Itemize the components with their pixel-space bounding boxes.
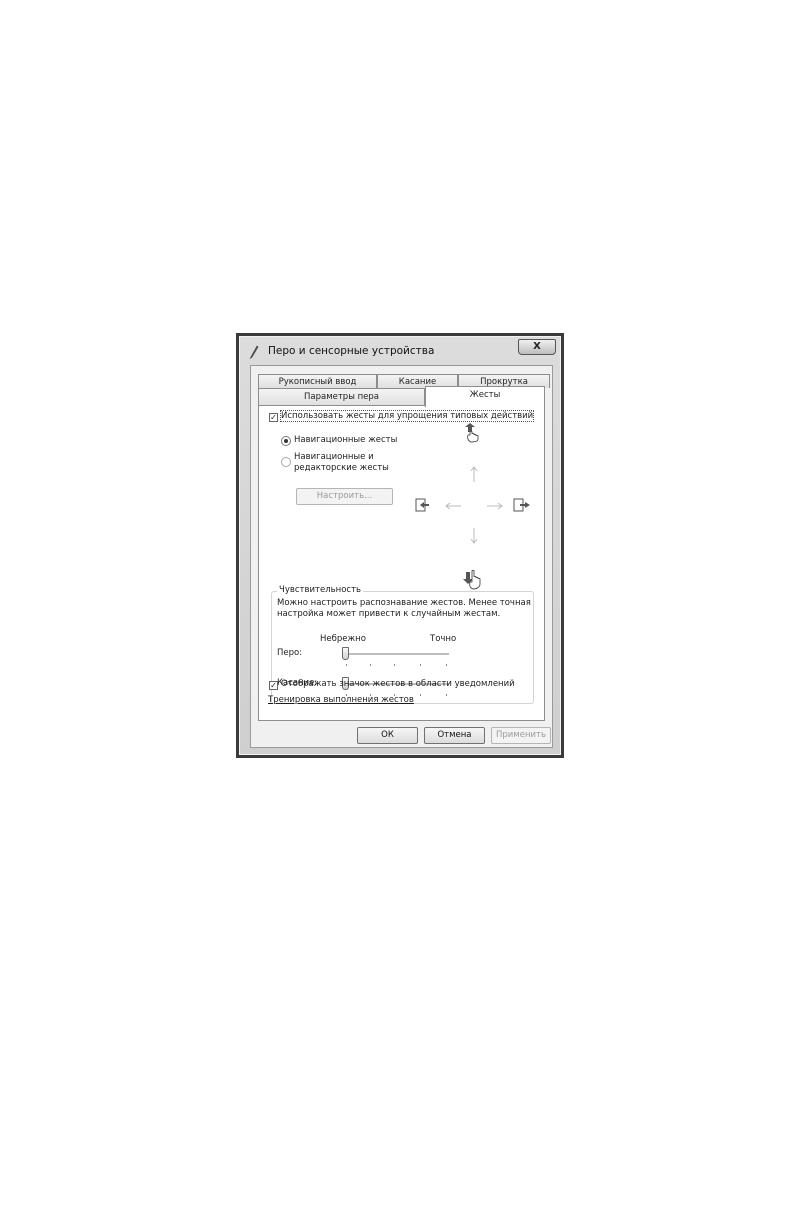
pen-slider-tick	[346, 664, 347, 666]
tab-handwriting[interactable]: Рукописный ввод	[258, 374, 377, 388]
radio-navigation-editing-gestures[interactable]	[281, 457, 291, 467]
ok-button[interactable]: ОК	[357, 727, 418, 744]
sensitivity-legend: Чувствительность	[277, 585, 364, 595]
hand-flick-down-icon	[463, 569, 481, 590]
dialog-client-area: Рукописный ввод Касание Прокрутка Параме…	[250, 365, 553, 748]
pen-touch-dialog: Перо и сенсорные устройства X Рукописный…	[236, 333, 564, 758]
customize-button[interactable]: Настроить...	[296, 488, 393, 505]
slider-max-label: Точно	[430, 634, 457, 644]
apply-button[interactable]: Применить	[491, 727, 551, 744]
page-back-icon	[415, 498, 429, 512]
radio-edit-label-line1: Навигационные и	[294, 452, 374, 462]
pen-slider-track	[342, 653, 449, 656]
close-button[interactable]: X	[518, 339, 556, 355]
radio-selected-dot	[284, 439, 288, 443]
cancel-button[interactable]: Отмена	[424, 727, 485, 744]
touch-slider-tick	[446, 694, 447, 696]
slider-min-label: Небрежно	[320, 634, 366, 644]
use-gestures-checkbox[interactable]: ✓	[269, 413, 278, 422]
pen-slider-tick	[370, 664, 371, 666]
window-title: Перо и сенсорные устройства	[268, 345, 435, 357]
window-frame: Перо и сенсорные устройства X Рукописный…	[239, 336, 561, 755]
pen-slider-label: Перо:	[277, 648, 303, 658]
sensitivity-desc-line1: Можно настроить распознавание жестов. Ме…	[277, 598, 531, 608]
pen-slider-thumb[interactable]	[342, 647, 349, 660]
show-gesture-icon-checkbox[interactable]: ✓	[269, 681, 278, 690]
pen-icon	[249, 345, 259, 359]
pen-slider-tick	[446, 664, 447, 666]
use-gestures-label: Использовать жесты для упрощения типовых…	[279, 410, 535, 422]
page-forward-icon	[513, 498, 530, 512]
tab-pen-options[interactable]: Параметры пера	[258, 388, 425, 405]
gestures-tab-panel: ✓ Использовать жесты для упрощения типов…	[258, 405, 545, 721]
gesture-training-link[interactable]: Тренировка выполнения жестов	[268, 695, 414, 705]
pen-slider-tick	[420, 664, 421, 666]
tab-gestures[interactable]: Жесты	[425, 386, 545, 407]
sensitivity-desc-line2: настройка может привести к случайным жес…	[277, 609, 501, 619]
radio-navigation-label: Навигационные жесты	[294, 435, 398, 445]
hand-flick-up-icon	[465, 423, 479, 443]
touch-slider-tick	[420, 694, 421, 696]
pen-slider-tick	[394, 664, 395, 666]
radio-edit-label-line2: редакторские жесты	[294, 463, 389, 473]
show-gesture-icon-label: Отображать значок жестов в области уведо…	[281, 679, 515, 689]
radio-navigation-gestures[interactable]	[281, 436, 291, 446]
